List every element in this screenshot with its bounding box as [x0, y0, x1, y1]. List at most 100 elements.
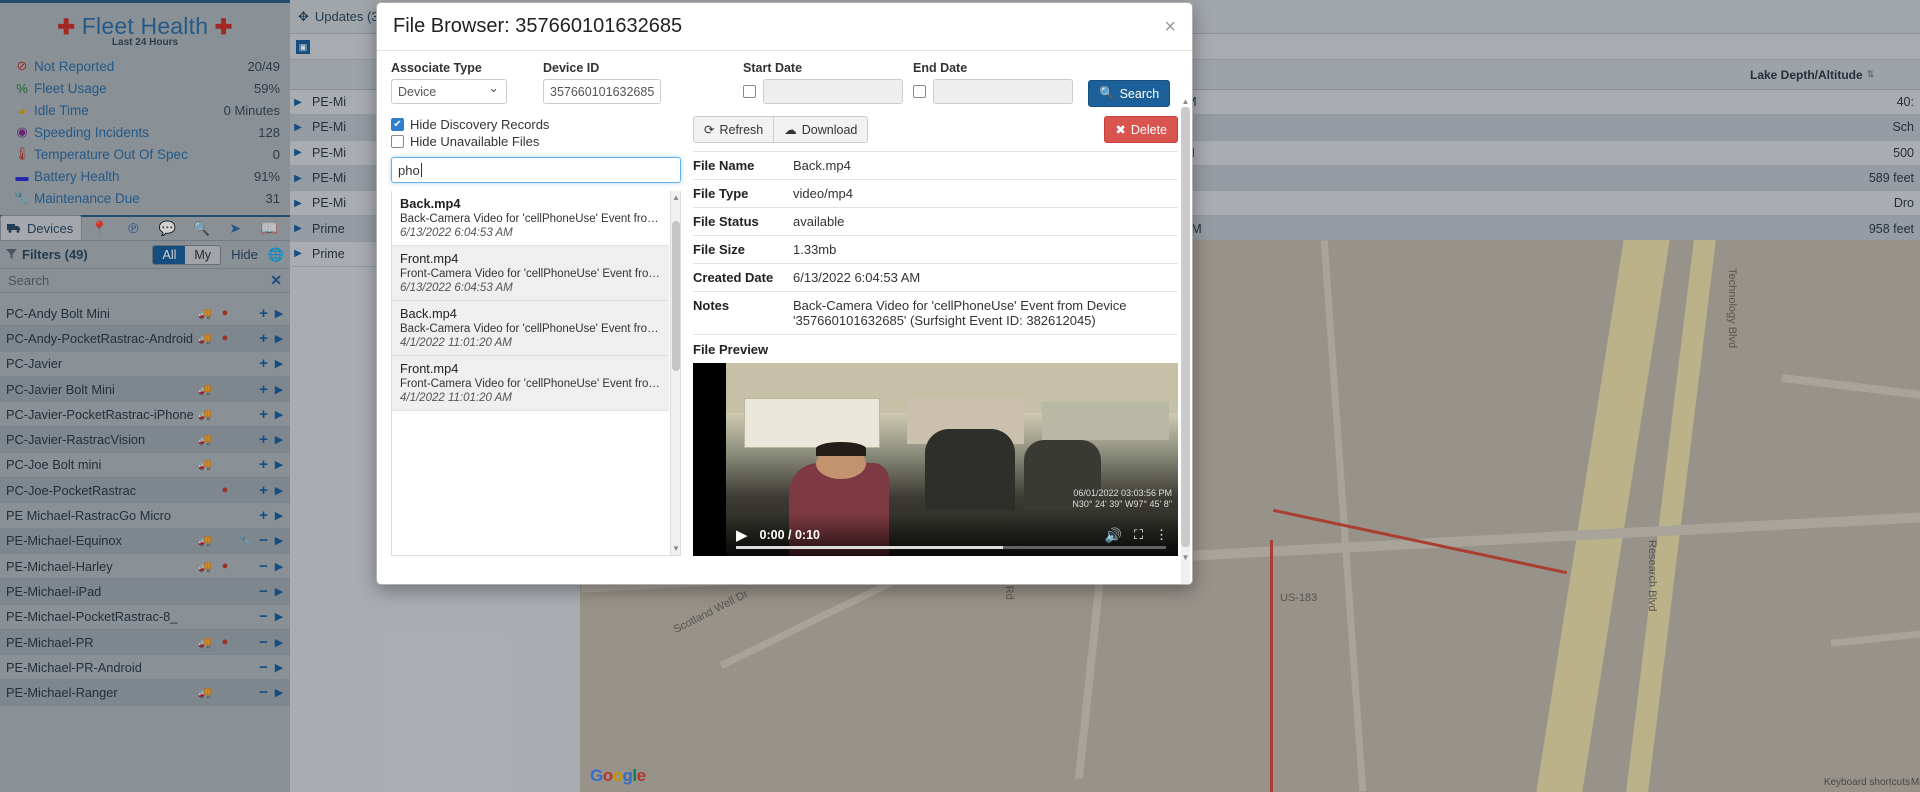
video-overlay-coords: N30° 24' 39" W97° 45' 8" — [1072, 498, 1172, 509]
modal-scroll-down-icon[interactable]: ▼ — [1181, 553, 1190, 562]
hide-unavailable-label: Hide Unavailable Files — [410, 133, 540, 149]
notes-line-2: '357660101632685' (Surfsight Event ID: 3… — [793, 313, 1096, 328]
metadata-key: File Name — [693, 158, 755, 173]
end-date-label: End Date — [913, 61, 968, 75]
video-controls[interactable]: ▶ 0:00 / 0:10 🔊 ⛶ ⋮ — [726, 514, 1178, 556]
device-id-group: Device ID 357660101632685 — [543, 61, 743, 104]
video-overlay-stamp: 06/01/2022 03:03:56 PM N30° 24' 39" W97°… — [1072, 488, 1172, 511]
file-filter-value: pho — [398, 162, 420, 178]
download-button[interactable]: ☁ Download — [774, 116, 869, 143]
start-date-group: Start Date — [743, 61, 913, 104]
end-date-input[interactable] — [933, 79, 1073, 104]
hide-discovery-row[interactable]: ✔ Hide Discovery Records — [391, 116, 681, 132]
refresh-label: Refresh — [719, 122, 764, 137]
metadata-key: File Type — [693, 186, 749, 201]
start-date-label: Start Date — [743, 61, 803, 75]
metadata-value: 6/13/2022 6:04:53 AM — [793, 270, 921, 285]
file-metadata-row: File Size 1.33mb — [693, 235, 1178, 263]
file-metadata-row: Created Date 6/13/2022 6:04:53 AM — [693, 263, 1178, 291]
file-metadata-row: File Name Back.mp4 — [693, 151, 1178, 179]
metadata-key: File Size — [693, 242, 746, 257]
hide-unavailable-checkbox[interactable] — [391, 134, 404, 148]
metadata-value: Back.mp4 — [793, 158, 851, 173]
notes-value: Back-Camera Video for 'cellPhoneUse' Eve… — [793, 298, 1126, 328]
video-fullscreen-icon[interactable]: ⛶ — [1134, 527, 1143, 543]
modal-scrollbar[interactable]: ▲ ▼ — [1181, 97, 1190, 584]
hide-unavailable-row[interactable]: Hide Unavailable Files — [391, 133, 681, 149]
start-date-checkbox[interactable] — [743, 85, 756, 98]
close-icon[interactable]: × — [1164, 17, 1176, 37]
notes-key: Notes — [693, 298, 730, 313]
scroll-down-icon[interactable]: ▼ — [672, 544, 680, 553]
file-list-scroll-thumb[interactable] — [672, 221, 680, 371]
file-filter-input[interactable]: pho — [391, 157, 681, 183]
file-metadata-row: File Status available — [693, 207, 1178, 235]
search-form: Associate Type Device Device ID 35766010… — [391, 61, 1178, 107]
file-item-date: 4/1/2022 11:01:20 AM — [400, 392, 512, 404]
file-item-description: Front-Camera Video for 'cellPhoneUse' Ev… — [400, 268, 661, 280]
metadata-key: Created Date — [693, 270, 774, 285]
video-overlay-time: 06/01/2022 03:03:56 PM — [1073, 487, 1172, 498]
device-id-input[interactable]: 357660101632685 — [543, 79, 661, 104]
end-date-checkbox[interactable] — [913, 85, 926, 98]
search-icon: 🔍 — [1099, 86, 1115, 100]
file-item-date: 6/13/2022 6:04:53 AM — [400, 227, 513, 239]
file-item-name: Front.mp4 — [400, 361, 459, 376]
scroll-up-icon[interactable]: ▲ — [672, 193, 680, 202]
end-date-group: End Date — [913, 61, 1088, 104]
modal-header: File Browser: 357660101632685 × — [377, 3, 1192, 51]
file-list-item[interactable]: Front.mp4 Front-Camera Video for 'cellPho… — [392, 356, 669, 411]
modal-scroll-thumb[interactable] — [1181, 107, 1190, 547]
associate-type-select-wrap[interactable]: Device — [391, 79, 507, 104]
associate-type-group: Associate Type Device — [391, 61, 543, 104]
file-list-item[interactable]: Back.mp4 Back-Camera Video for 'cellPhone… — [392, 301, 669, 356]
modal-split: ✔ Hide Discovery Records Hide Unavailabl… — [391, 116, 1178, 556]
hide-discovery-checkbox[interactable]: ✔ — [391, 117, 404, 131]
file-detail-toolbar: ⟳ Refresh ☁ Download ✖ Delete — [693, 116, 1178, 143]
file-metadata-row: File Type video/mp4 — [693, 179, 1178, 207]
associate-type-select[interactable]: Device — [391, 79, 507, 104]
delete-button[interactable]: ✖ Delete — [1104, 116, 1178, 143]
notes-line-1: Back-Camera Video for 'cellPhoneUse' Eve… — [793, 298, 1127, 313]
x-icon: ✖ — [1115, 123, 1126, 137]
file-item-description: Front-Camera Video for 'cellPhoneUse' Ev… — [400, 378, 661, 390]
metadata-value: video/mp4 — [793, 186, 853, 201]
file-item-name: Back.mp4 — [400, 306, 457, 321]
search-button-label: Search — [1119, 86, 1160, 101]
start-date-input[interactable] — [763, 79, 903, 104]
notes-row: Notes Back-Camera Video for 'cellPhoneUs… — [693, 291, 1178, 334]
kebab-menu-icon[interactable]: ⋮ — [1155, 527, 1168, 543]
file-list-item[interactable]: Front.mp4 Front-Camera Video for 'cellPho… — [392, 246, 669, 301]
file-browser-modal: File Browser: 357660101632685 × Associat… — [376, 2, 1193, 585]
video-time-label: 0:00 / 0:10 — [759, 528, 821, 542]
video-preview[interactable]: 06/01/2022 03:03:56 PM N30° 24' 39" W97°… — [693, 363, 1178, 556]
file-list-item[interactable]: Back.mp4 Back-Camera Video for 'cellPhone… — [392, 191, 669, 246]
file-preview-label: File Preview — [693, 334, 1178, 357]
video-progress-bar[interactable] — [736, 546, 1166, 549]
file-detail-column: ⟳ Refresh ☁ Download ✖ Delete File Name … — [693, 116, 1178, 556]
volume-icon[interactable]: 🔊 — [1104, 527, 1121, 544]
search-button-group: 🔍 Search — [1088, 61, 1171, 107]
modal-title: File Browser: 357660101632685 — [393, 15, 683, 37]
modal-body: Associate Type Device Device ID 35766010… — [377, 51, 1192, 584]
file-item-name: Front.mp4 — [400, 251, 459, 266]
associate-type-label: Associate Type — [391, 61, 482, 75]
metadata-value: 1.33mb — [793, 242, 837, 257]
modal-scroll-up-icon[interactable]: ▲ — [1181, 97, 1190, 106]
file-item-date: 6/13/2022 6:04:53 AM — [400, 282, 513, 294]
metadata-value: available — [793, 214, 845, 229]
play-icon[interactable]: ▶ — [736, 526, 748, 544]
refresh-button[interactable]: ⟳ Refresh — [693, 116, 775, 143]
download-label: Download — [801, 122, 858, 137]
file-filter-column: ✔ Hide Discovery Records Hide Unavailabl… — [391, 116, 681, 556]
file-list: Back.mp4 Back-Camera Video for 'cellPhone… — [391, 191, 681, 556]
file-action-group: ⟳ Refresh ☁ Download — [693, 116, 869, 143]
file-item-description: Back-Camera Video for 'cellPhoneUse' Eve… — [400, 323, 661, 335]
search-button[interactable]: 🔍 Search — [1088, 80, 1171, 107]
metadata-key: File Status — [693, 214, 759, 229]
delete-label: Delete — [1130, 122, 1167, 137]
refresh-icon: ⟳ — [704, 123, 715, 137]
file-metadata-table: File Name Back.mp4 File Type video/mp4 File … — [693, 151, 1178, 291]
file-item-date: 4/1/2022 11:01:20 AM — [400, 337, 512, 349]
file-list-scrollbar[interactable]: ▲ ▼ — [670, 191, 680, 555]
